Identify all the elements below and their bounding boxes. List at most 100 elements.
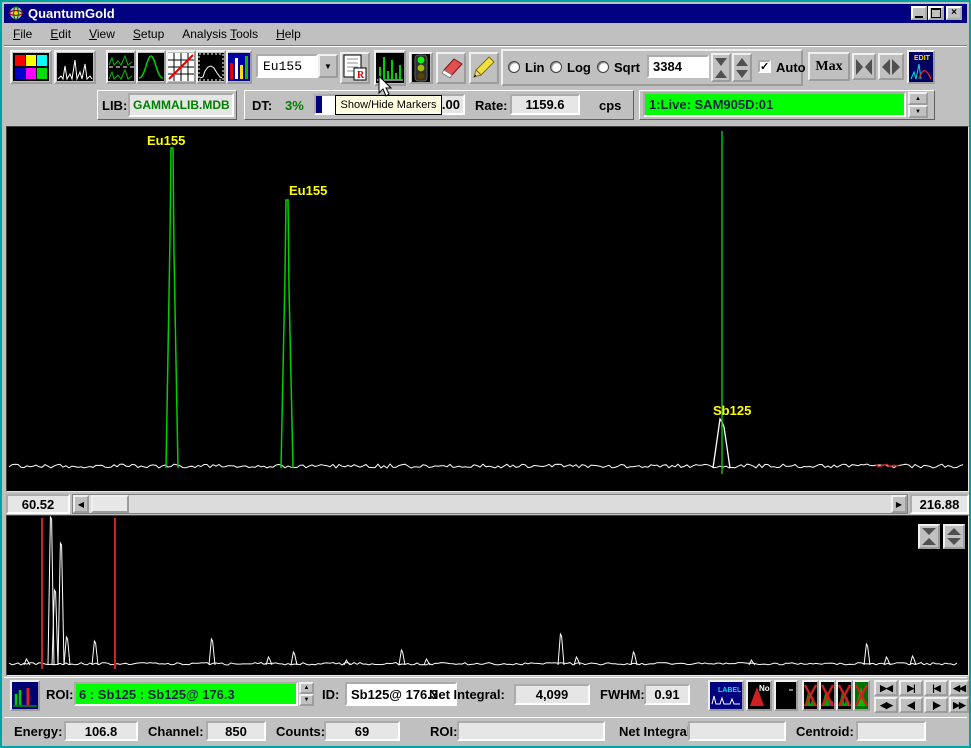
nav-fast-right-button[interactable]: ▶▶	[949, 697, 969, 713]
scale-log-radio[interactable]	[550, 61, 562, 73]
arrows-inward-icon	[855, 57, 873, 77]
compress-vertical-icon	[921, 527, 937, 546]
scale-lin-radio[interactable]	[508, 61, 520, 73]
svg-text:R: R	[357, 70, 365, 81]
overview-spectrum-panel[interactable]	[6, 515, 969, 676]
delete-roi-icon	[804, 682, 817, 709]
calibration-button[interactable]	[166, 50, 196, 84]
status-up-button[interactable]: ▲	[908, 92, 928, 105]
pencil-icon	[471, 54, 497, 82]
main-spectrum-panel[interactable]: Eu155Eu155Sb125	[6, 126, 969, 492]
scale-log-label: Log	[567, 60, 591, 75]
scale-sqrt-radio[interactable]	[597, 61, 609, 73]
roi-down-button[interactable]: ▼	[299, 694, 314, 706]
nav-left-step-button[interactable]: ◀|	[899, 697, 923, 713]
split-spectra-icon	[108, 53, 134, 81]
scroll-right-button[interactable]: ▶	[891, 495, 907, 513]
acquisition-start-stop-button[interactable]	[409, 52, 433, 84]
main-spectrum-chart: Eu155Eu155Sb125	[7, 127, 968, 491]
svg-text:No: No	[759, 684, 770, 693]
edit-spectrum-button[interactable]: EDIT	[907, 50, 935, 84]
check-icon: ✓	[760, 61, 769, 73]
scrollbar-thumb[interactable]	[91, 495, 129, 513]
traffic-light-icon	[412, 54, 430, 82]
menu-analysis-tools[interactable]: Analysis Tools	[173, 24, 267, 44]
rate-label: Rate:	[475, 98, 508, 113]
roi-field[interactable]: 6 : Sb125 : Sb125@ 176.3	[74, 682, 298, 706]
scroll-left-button[interactable]: ◀	[73, 495, 89, 513]
rate-field: 1159.6	[510, 94, 580, 115]
clear-display-button[interactable]	[774, 680, 798, 711]
delete-roi-button-2[interactable]	[819, 680, 836, 711]
nav-fast-left-button[interactable]: ◀◀	[949, 680, 969, 696]
nuclide-dropdown-button[interactable]: ▼	[318, 54, 338, 78]
roi-display-button[interactable]	[10, 680, 40, 711]
app-icon	[9, 6, 23, 20]
maximize-icon	[931, 8, 941, 18]
roi-histogram-icon	[12, 682, 38, 709]
spectrum-display-button[interactable]	[54, 50, 96, 84]
status-roi-field	[457, 721, 605, 741]
delete-roi-button-3[interactable]	[836, 680, 853, 711]
max-button[interactable]: Max	[808, 52, 850, 81]
close-icon: ×	[951, 8, 957, 18]
status-down-button[interactable]: ▼	[908, 105, 928, 118]
up-arrow-icon: ▲	[304, 685, 310, 691]
roi-up-button[interactable]: ▲	[299, 682, 314, 694]
delete-roi-button-4[interactable]	[853, 680, 870, 711]
deadtime-value: 3%	[285, 98, 304, 113]
maximize-button[interactable]	[928, 6, 944, 20]
scale-sqrt-label: Sqrt	[614, 60, 640, 75]
nav-next-roi-end-button[interactable]: ▶|	[899, 680, 923, 696]
nav-double-right-icon: ▶▶	[953, 700, 965, 711]
nav-right-end-icon: ▶|	[907, 683, 914, 694]
spectrum-scrollbar[interactable]: ◀ ▶	[72, 494, 908, 514]
overview-expand-button[interactable]	[943, 524, 965, 549]
nav-prev-roi-end-button[interactable]: |◀	[924, 680, 948, 696]
left-arrow-icon: ◀	[78, 500, 84, 509]
vscale-expand-button[interactable]	[732, 53, 752, 82]
erase-button[interactable]	[436, 52, 466, 84]
label-peaks-button[interactable]: LABEL	[708, 680, 744, 711]
smooth-spectrum-button[interactable]	[196, 50, 226, 84]
palette-button[interactable]	[10, 50, 52, 84]
menu-view[interactable]: View	[80, 24, 124, 44]
hcompress-button[interactable]	[852, 53, 876, 80]
rate-units-label: cps	[599, 98, 621, 113]
peak-fit-button[interactable]	[136, 50, 166, 84]
down-arrow-icon: ▼	[304, 697, 310, 703]
nav-peak-inward-button[interactable]: ▶◀	[874, 680, 898, 696]
menu-file[interactable]: File	[4, 24, 41, 44]
gaussian-icon	[138, 53, 164, 81]
svg-text:LABEL: LABEL	[718, 687, 742, 694]
svg-text:EDIT: EDIT	[914, 55, 931, 62]
close-button[interactable]: ×	[946, 6, 962, 20]
title-bar[interactable]: QuantumGold ×	[4, 4, 967, 23]
delete-roi-button-1[interactable]	[802, 680, 819, 711]
no-peak-button[interactable]: No	[746, 680, 772, 711]
overview-compress-button[interactable]	[918, 524, 940, 549]
hexpand-button[interactable]	[878, 53, 904, 80]
nav-outward-icon: ◀▶	[880, 700, 892, 711]
range-low-field: 60.52	[6, 494, 70, 514]
minimize-button[interactable]	[911, 6, 927, 20]
calibration-icon	[168, 53, 194, 81]
counts-field: 69	[324, 721, 400, 741]
channel-label: Channel:	[148, 724, 204, 739]
library-field[interactable]: GAMMALIB.MDB	[128, 93, 234, 117]
menu-setup[interactable]: Setup	[124, 24, 173, 44]
expand-vertical-icon	[946, 527, 962, 546]
split-spectra-button[interactable]	[106, 50, 136, 84]
annotate-button[interactable]	[469, 52, 499, 84]
vscale-compress-button[interactable]	[711, 53, 731, 82]
menu-help[interactable]: Help	[267, 24, 310, 44]
report-button[interactable]: R	[340, 52, 370, 84]
nav-right-step-button[interactable]: |▶	[924, 697, 948, 713]
auto-checkbox[interactable]: ✓	[758, 60, 771, 73]
full-scale-input[interactable]: 3384	[647, 55, 709, 78]
nuclide-dropdown-value[interactable]: Eu155	[256, 54, 318, 78]
acquisition-status-field[interactable]: 1:Live: SAM905D:01	[643, 92, 906, 117]
menu-edit[interactable]: Edit	[41, 24, 80, 44]
compare-spectra-button[interactable]	[226, 50, 252, 84]
nav-peak-outward-button[interactable]: ◀▶	[874, 697, 898, 713]
